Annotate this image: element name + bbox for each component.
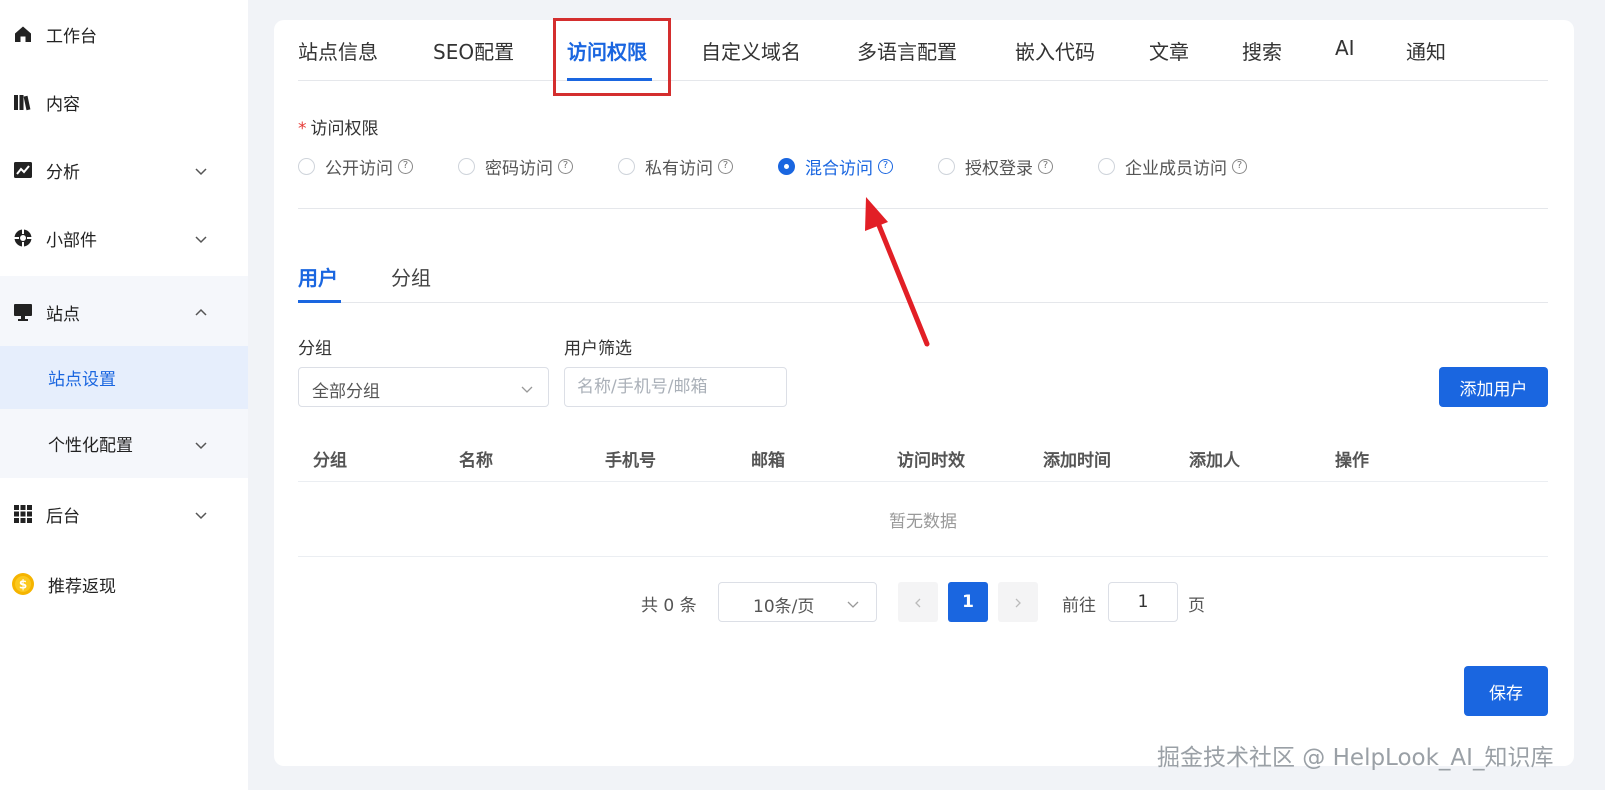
- annotation-arrow-icon: [865, 197, 930, 347]
- watermark: 掘金技术社区 @ HelpLook_AI_知识库: [1157, 745, 1554, 771]
